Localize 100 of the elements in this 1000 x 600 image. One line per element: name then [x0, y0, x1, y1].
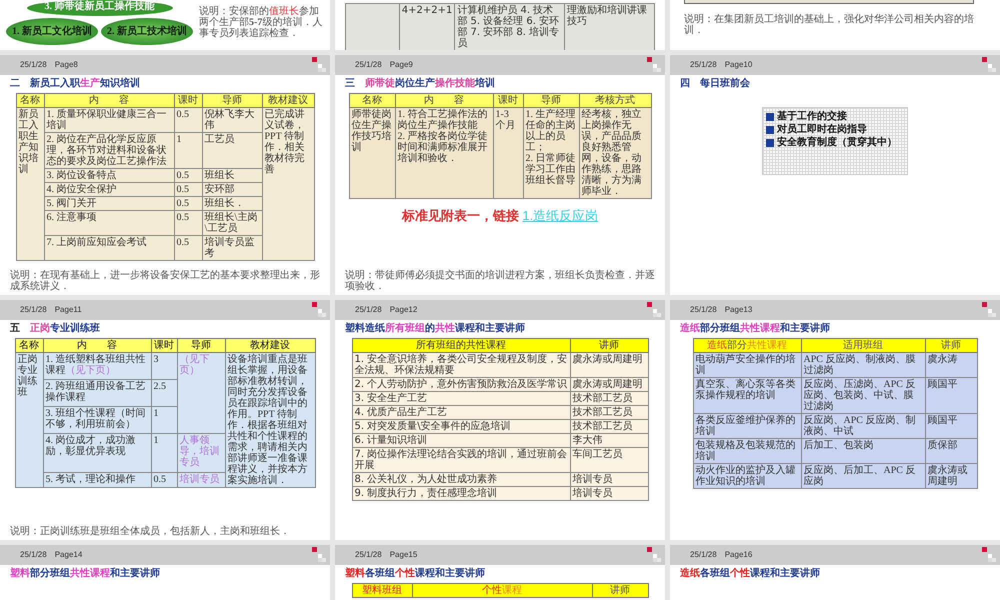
page-number: Page10 — [724, 59, 754, 71]
table-cell: 1 — [151, 434, 177, 472]
page-number: Page16 — [724, 549, 754, 561]
table-cell: 反应岗、APC 反应岗、制液岗、中试 — [801, 414, 925, 438]
bullet-text: 基于工作的交接 — [777, 111, 847, 123]
table-cell: 反应岗、后加工、APC 反应岗 — [801, 464, 925, 488]
slide-date: 25/1/28 — [20, 549, 47, 561]
column-header: 适用班组 — [801, 338, 925, 352]
slide-date: 25/1/28 — [355, 59, 382, 71]
slide-note: 说明：在集团新员工培训的基础上，强化对华洋公司相关内容的培训． — [684, 14, 975, 36]
slide-date: 25/1/28 — [20, 59, 47, 71]
slide-title: 三 师带徒岗位生产操作技能培训 — [345, 78, 495, 90]
table-cell: 2. 个人劳动防护，意外伤害预防救治及医学常识 — [352, 378, 570, 392]
table-cell: 0.5 — [174, 182, 202, 196]
slide-title: 塑料造纸所有班组的共性课程和主要讲师 — [345, 323, 525, 335]
slide-date: 25/1/28 — [355, 304, 382, 316]
table-cell: 3. 班组个性课程（时间不够，利用班前会） — [43, 406, 151, 434]
table-cell: 后加工、包装岗 — [801, 438, 925, 464]
table-cell: 虞永涛 — [925, 352, 977, 378]
column-header: 名称 — [15, 338, 43, 352]
slide-note: 说明：安保部的值班长参加两个生产部5-7级的培训．人事专员列表追踪检查． — [199, 6, 324, 39]
table-cell: 1. 造纸塑料各班组共性课程（见下页） — [43, 352, 151, 380]
table-cell: 4+2+2+1 — [399, 4, 455, 50]
table-cell: 虞永涛或周建明 — [570, 352, 648, 378]
column-header: 内 容 — [44, 94, 174, 108]
page-number: Page9 — [390, 59, 414, 71]
table-cell: （见下页） — [177, 352, 225, 434]
slide-title: 二 新员工入职生产知识培训 — [10, 78, 140, 90]
slide-title: 造纸部分班组共性课程和主要讲师 — [680, 323, 830, 335]
corner-mark-icon — [312, 57, 326, 73]
slide-title: 四 每日班前会 — [680, 78, 750, 90]
table-cell: 虞永涛或周建明 — [570, 378, 648, 392]
table-cell: 4. 岗位安全保护 — [44, 182, 174, 196]
table-cell: 3 — [151, 352, 177, 380]
table-cell: 1 — [151, 406, 177, 434]
table-cell: 理激励和培训讲课技巧 — [564, 4, 654, 50]
slide-title: 塑料部分班组共性课程和主要讲师 — [10, 568, 160, 580]
table-cell: 1. 质量环保职业健康三合一培训 — [44, 108, 174, 132]
table-cell: 4. 优质产品生产工艺 — [352, 406, 570, 420]
table-cell: 5. 考试，理论和操作 — [43, 472, 151, 488]
column-header: 讲师 — [592, 584, 648, 598]
bullet-square-icon — [766, 113, 774, 121]
table-cell: 技术部工艺员 — [570, 392, 648, 406]
column-header: 讲师 — [925, 338, 977, 352]
corner-mark-icon — [982, 302, 996, 318]
table-cell: 1 — [174, 132, 202, 168]
column-header: 塑料班组 — [352, 584, 412, 598]
table-cell: 培训专员监考 — [202, 236, 262, 260]
table-cell: 0.5 — [174, 236, 202, 260]
table-cell: 计算机维护员 4. 技术部 5. 设备经理 6. 安环部 7. 安环部 8. 培训专员 — [454, 4, 564, 50]
table-cell: 技术部工艺员 — [570, 406, 648, 420]
table-cell: 9. 制度执行力，责任感理念培训 — [352, 486, 570, 500]
column-header: 课时 — [493, 94, 523, 108]
slide-date: 25/1/28 — [690, 59, 717, 71]
table-cell: 班组长\主岗\工艺员 — [202, 210, 262, 236]
page-number: Page12 — [390, 304, 418, 316]
table-cell: 顾国平 — [925, 378, 977, 414]
corner-mark-icon — [647, 302, 661, 318]
table-cell: 0.5 — [174, 108, 202, 132]
table-cell: 电动葫芦安全操作的培训 — [693, 352, 801, 378]
column-header: 讲师 — [570, 338, 648, 352]
table-cell: 6. 注意事项 — [44, 210, 174, 236]
table-cell: 反应岗、压滤岗、APC 反应岗、包装岗、中试、膜过滤岗 — [801, 378, 925, 414]
column-header: 教材建议 — [262, 94, 314, 108]
table-cell: 4. 岗位成才，成功激励，彰显优异表现 — [43, 434, 151, 472]
table-cell: 1. 安全意识培养，各类公司安全规程及制度，安全法规、环保法规精要 — [352, 352, 570, 378]
table-cell: APC 反应岗、制液岗、膜过滤岗 — [801, 352, 925, 378]
table-cell: 李大伟 — [570, 434, 648, 448]
corner-mark-icon — [647, 547, 661, 563]
table-cell: 8. 公关礼仪，为人处世成功素养 — [352, 472, 570, 486]
bullet-square-icon — [766, 126, 774, 134]
topic-oval: 2. 新员工技术培训 — [101, 18, 193, 45]
slide-date: 25/1/28 — [355, 549, 382, 561]
table-cell: 0.5 — [174, 210, 202, 236]
slide-title: 五 正岗专业训练班 — [10, 323, 100, 335]
table-cell: 包装规格及包装规范的培训 — [693, 438, 801, 464]
table-cell: 培训专员 — [570, 486, 648, 500]
page-number: Page13 — [724, 304, 754, 316]
link[interactable]: 1.造纸反应岗 — [522, 208, 598, 223]
column-header: 考核方式 — [579, 94, 651, 108]
table-cell: 各类反应釜维护保养的培训 — [693, 414, 801, 438]
table-cell: 2. 岗位在产品化学反应原理，各环节对进料和设备状态的要求及岗位工艺操作法 — [44, 132, 174, 168]
table-cell: 班组长 — [202, 168, 262, 182]
column-header: 内 容 — [395, 94, 493, 108]
column-header: 导师 — [523, 94, 579, 108]
corner-mark-icon — [982, 547, 996, 563]
column-header: 所有班组的共性课程 — [352, 338, 570, 352]
corner-mark-icon — [647, 57, 661, 73]
table-cell: 正岗专业训练班 — [15, 352, 43, 488]
table-cell: 班组长． — [202, 196, 262, 210]
table-cell: 真空泵、离心泵等各类泵操作规程的培训 — [693, 378, 801, 414]
topic-oval: 1. 新员工文化培训 — [6, 18, 98, 45]
column-header: 个性课程 — [412, 584, 592, 598]
bullet-square-icon — [766, 139, 774, 147]
table-cell: 新员工入职生产知识培训 — [16, 108, 44, 260]
bullet-text: 安全教育制度（贯穿其中） — [777, 137, 897, 149]
corner-mark-icon — [312, 302, 326, 318]
table-cell: 设备培训重点是班组长掌握，用设备部标准教材转训，同时充分发挥设备员在跟踪培训中的作用。PPT 待制作．根据各班组对共性和个性课程的需求，聘请相关内部讲师逐一准备课程讲义，并按本方案实施培训． — [225, 352, 315, 488]
table-cell: 已完成讲义试卷，PPT 待制作．相关教材待完善 — [262, 108, 314, 260]
table-cell: 技术部工艺员 — [570, 420, 648, 434]
